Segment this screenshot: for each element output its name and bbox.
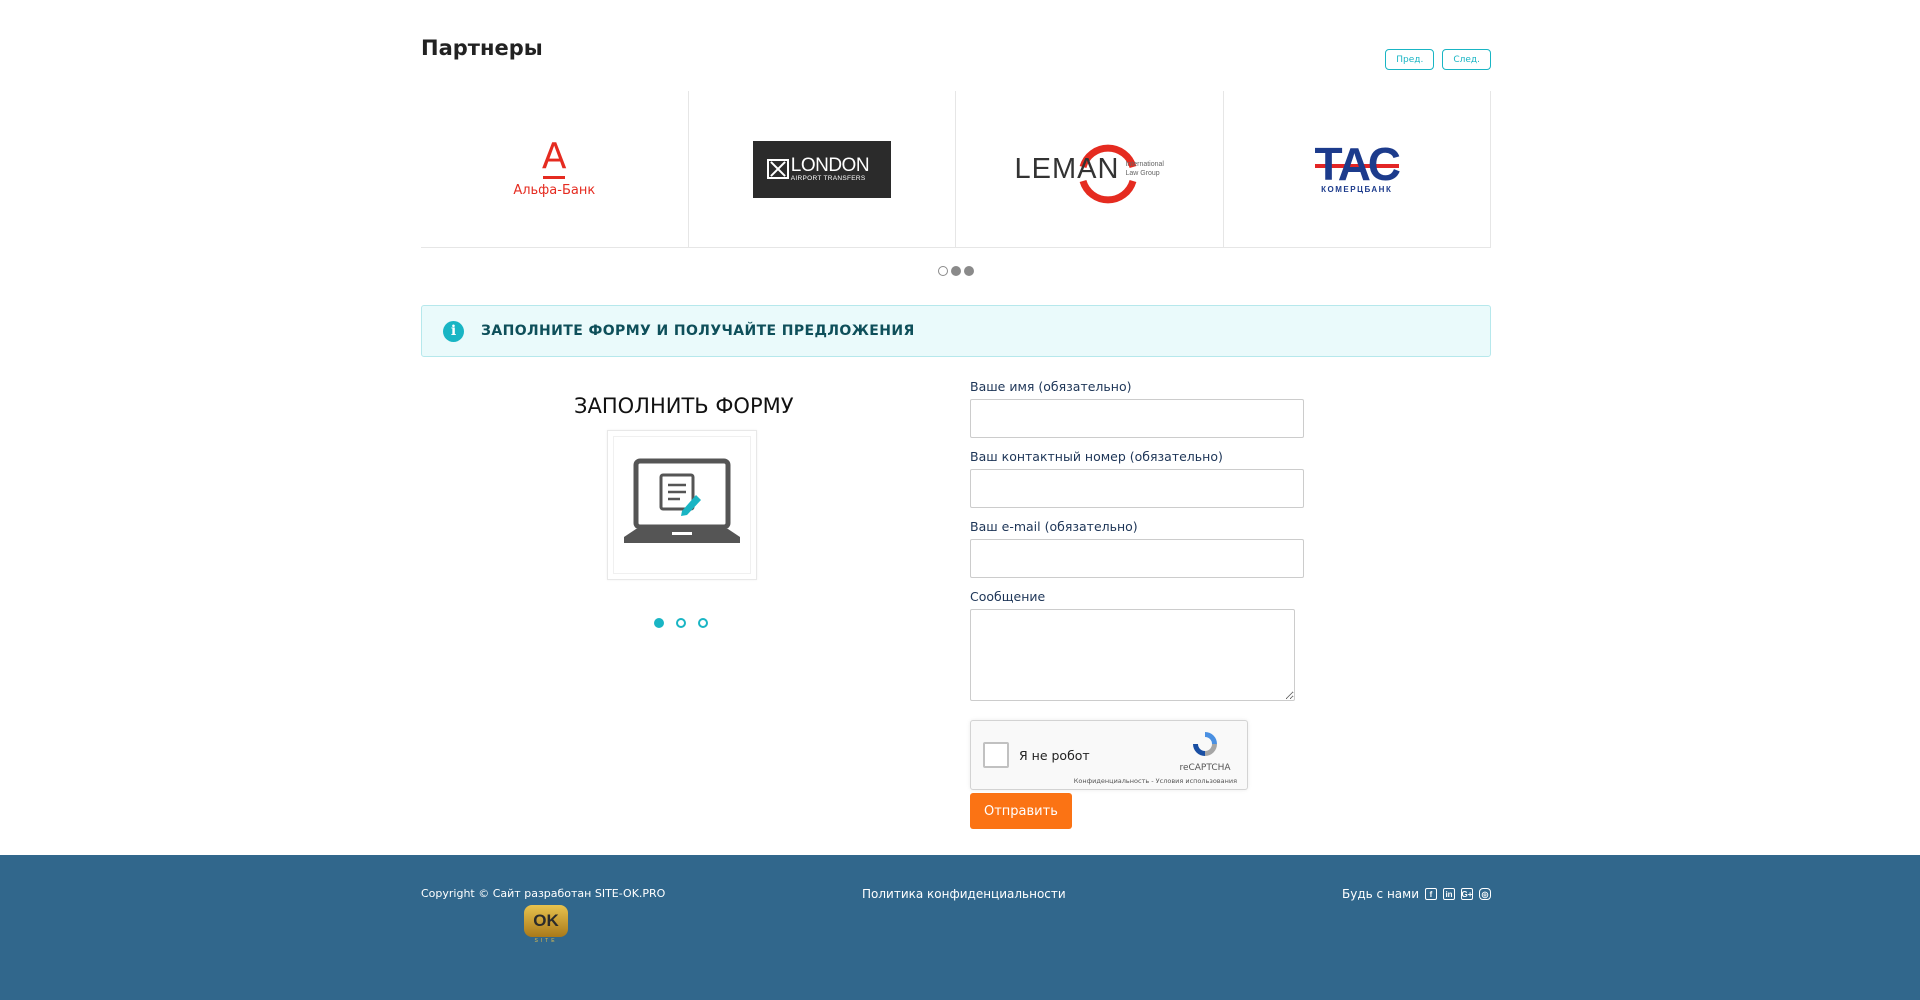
message-label: Сообщение <box>970 589 1046 604</box>
partners-header: Партнеры Пред. След. <box>421 36 1491 76</box>
laptop-form-icon <box>624 458 740 543</box>
recaptcha-label: Я не робот <box>1019 748 1090 763</box>
partner-alfa-bank[interactable]: А Альфа-Банк <box>421 91 688 247</box>
leman-word: LEMAN <box>1014 152 1120 185</box>
site-ok-logo[interactable]: OK SITE <box>524 905 568 949</box>
partners-dot-3[interactable] <box>964 266 974 276</box>
phone-field[interactable] <box>970 469 1304 508</box>
phone-label: Ваш контактный номер (обязательно) <box>970 449 1223 464</box>
contact-form: Ваше имя (обязательно) Ваш контактный но… <box>970 379 1310 829</box>
partners-pagination <box>421 266 1491 276</box>
alert-text: ЗАПОЛНИТЕ ФОРМУ И ПОЛУЧАЙТЕ ПРЕДЛОЖЕНИЯ <box>481 323 915 339</box>
recaptcha-brand: reCAPTCHA <box>1179 763 1231 773</box>
union-flag-icon <box>766 159 789 179</box>
promo-dot-3[interactable] <box>698 618 708 628</box>
partner-tas[interactable]: ТАС КОМЕРЦБАНК <box>1222 91 1491 247</box>
london-text: LONDON <box>790 154 870 176</box>
partners-dot-2[interactable] <box>951 266 961 276</box>
promo-dot-2[interactable] <box>676 618 686 628</box>
info-alert: i ЗАПОЛНИТЕ ФОРМУ И ПОЛУЧАЙТЕ ПРЕДЛОЖЕНИ… <box>421 305 1491 357</box>
promo-pagination <box>654 618 708 628</box>
prev-button[interactable]: Пред. <box>1385 49 1435 70</box>
alfa-bank-logo: А Альфа-Банк <box>513 136 596 199</box>
email-label: Ваш e-mail (обязательно) <box>970 519 1138 534</box>
next-button[interactable]: След. <box>1442 49 1491 70</box>
partners-title: Партнеры <box>421 36 543 60</box>
promo-image <box>607 430 757 580</box>
alfa-mark: А <box>541 136 567 177</box>
ok-site: SITE <box>534 938 558 944</box>
name-label: Ваше имя (обязательно) <box>970 379 1132 394</box>
google-plus-icon[interactable]: G+ <box>1461 888 1473 900</box>
leman-logo: LEMAN International Law Group <box>1014 144 1164 203</box>
linkedin-icon[interactable]: in <box>1443 888 1455 900</box>
leman-sub-2: Law Group <box>1125 170 1160 177</box>
message-field[interactable] <box>970 609 1295 701</box>
ok-badge: OK <box>524 905 568 937</box>
recaptcha-widget: Я не робот reCAPTCHA Конфиденциальность … <box>970 720 1248 790</box>
partners-dot-1[interactable] <box>938 266 948 276</box>
alfa-text: Альфа-Банк <box>513 183 596 198</box>
privacy-policy-link[interactable]: Политика конфиденциальности <box>862 887 1066 901</box>
copyright-text: Copyright © Сайт разработан SITE-OK.PRO <box>421 887 666 900</box>
recaptcha-icon <box>1193 732 1217 756</box>
promo-dot-1[interactable] <box>654 618 664 628</box>
alfa-bar <box>543 176 566 179</box>
email-field[interactable] <box>970 539 1304 578</box>
footer: Copyright © Сайт разработан SITE-OK.PRO … <box>0 855 1920 1000</box>
london-subtext: AIRPORT TRANSFERS <box>790 174 866 182</box>
info-icon: i <box>443 320 464 342</box>
partner-london-airport[interactable]: LONDON AIRPORT TRANSFERS <box>687 91 956 247</box>
social-links: Будь с нами f in G+ ◎ <box>1342 887 1491 901</box>
london-airport-logo: LONDON AIRPORT TRANSFERS <box>752 140 891 198</box>
partners-carousel: А Альфа-Банк LONDON AIRPORT TRANSFERS LE… <box>421 91 1491 248</box>
tas-logo: ТАС КОМЕРЦБАНК <box>1314 141 1401 194</box>
promo-title: ЗАПОЛНИТЬ ФОРМУ <box>574 394 794 418</box>
tas-word: ТАС <box>1314 138 1401 190</box>
facebook-icon[interactable]: f <box>1425 888 1437 900</box>
submit-button[interactable]: Отправить <box>970 793 1072 829</box>
social-label: Будь с нами <box>1342 887 1419 901</box>
partner-leman[interactable]: LEMAN International Law Group <box>955 91 1223 247</box>
partners-nav: Пред. След. <box>1385 49 1491 70</box>
leman-sub-1: International <box>1125 161 1164 168</box>
instagram-icon[interactable]: ◎ <box>1479 888 1491 900</box>
name-field[interactable] <box>970 399 1304 438</box>
recaptcha-checkbox[interactable] <box>983 742 1009 768</box>
recaptcha-terms[interactable]: Конфиденциальность - Условия использован… <box>1074 777 1237 785</box>
